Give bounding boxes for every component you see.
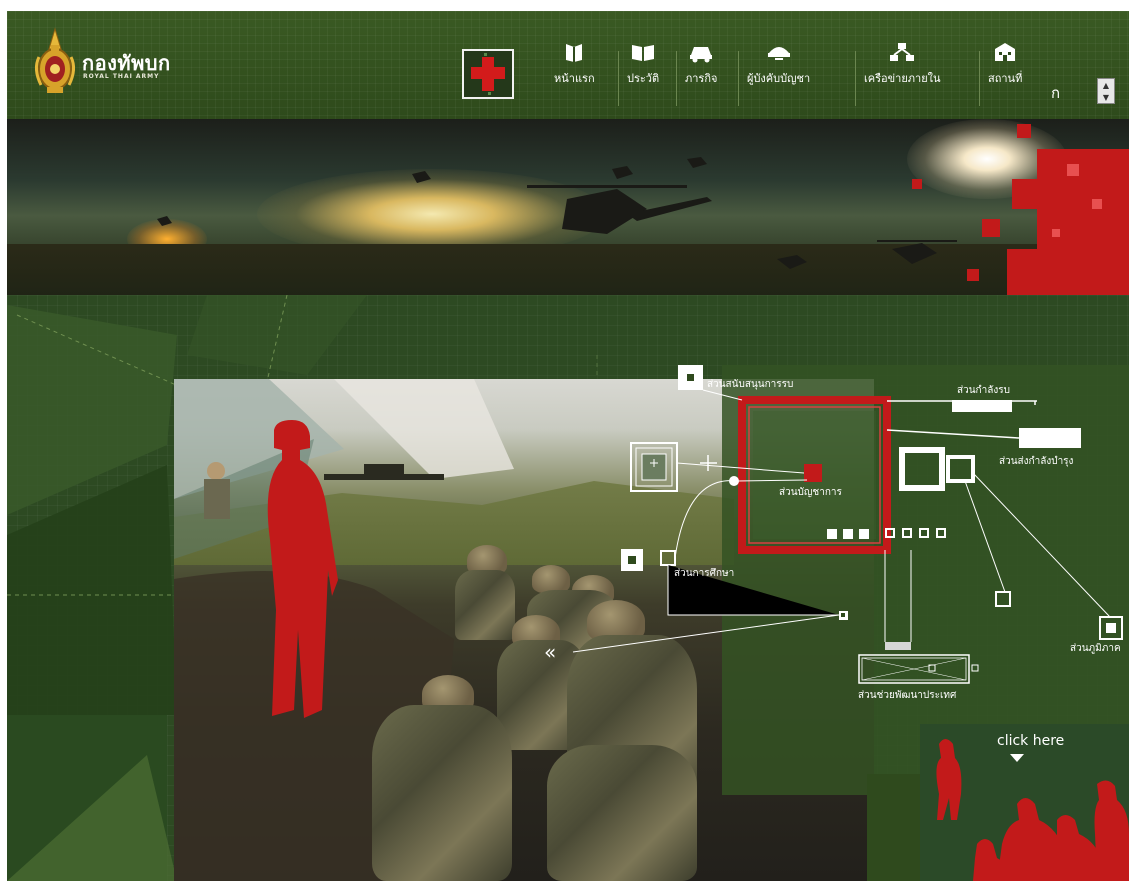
nav-label-intranet: เครือข่ายภายใน — [864, 72, 941, 85]
army-emblem-logo[interactable] — [25, 27, 85, 97]
svg-text:«: « — [544, 640, 556, 664]
chevron-up-icon[interactable]: ▲ — [1103, 81, 1109, 90]
nav-divider — [979, 51, 980, 106]
label-education[interactable]: ส่วนการศึกษา — [674, 566, 734, 581]
label-command[interactable]: ส่วนบัญชาการ — [779, 485, 842, 500]
caret-down-icon — [1010, 754, 1024, 762]
nav-item-home[interactable]: หน้าแรก — [554, 41, 595, 87]
nav-item-commanders[interactable]: ผู้บังคับบัญชา — [747, 41, 810, 87]
nav-label-history: ประวัติ — [627, 72, 660, 85]
network-icon — [890, 43, 915, 61]
nav-label-mission: ภารกิจ — [685, 72, 718, 85]
helicopters-silhouette — [157, 124, 1129, 295]
font-size-label: ก — [1051, 84, 1061, 102]
nav-divider — [738, 51, 739, 106]
font-size-stepper[interactable]: ▲ ▼ — [1097, 78, 1115, 104]
nav-item-locations[interactable]: สถานที่ — [988, 41, 1022, 87]
nav-divider — [855, 51, 856, 106]
label-combat-support[interactable]: ส่วนสนับสนุนการรบ — [707, 377, 793, 392]
logo-title-en: ROYAL THAI ARMY — [83, 73, 160, 80]
nav-label-locations: สถานที่ — [988, 72, 1023, 85]
label-service-support[interactable]: ส่วนส่งกำลังบำรุง — [999, 454, 1073, 469]
click-here-link[interactable]: click here — [997, 733, 1064, 749]
officer-cap-icon — [767, 47, 790, 60]
nav-item-history[interactable]: ประวัติ — [627, 41, 659, 87]
nav-divider — [618, 51, 619, 106]
label-regional[interactable]: ส่วนภูมิภาค — [1070, 641, 1121, 656]
book-icon — [566, 44, 583, 62]
nav-item-intranet[interactable]: เครือข่ายภายใน — [864, 41, 941, 87]
hero-banner — [7, 119, 1129, 295]
red-cross-emblem[interactable] — [462, 49, 514, 99]
chevron-down-icon[interactable]: ▼ — [1103, 93, 1109, 102]
open-book-icon — [632, 45, 655, 61]
building-icon — [995, 43, 1016, 61]
header: กองทัพบก ROYAL THAI ARMY หน้าแรก ประวัติ… — [7, 11, 1129, 120]
nav-divider — [676, 51, 677, 106]
label-combat-force[interactable]: ส่วนกำลังรบ — [957, 383, 1010, 398]
vehicle-icon — [690, 47, 713, 63]
main-content: « ส่วนสนับสนุนการรบ ส่วนกำลังรบ ส่วนส่งก… — [7, 295, 1129, 881]
nav-label-home: หน้าแรก — [554, 72, 595, 85]
label-development[interactable]: ส่วนช่วยพัฒนาประเทศ — [858, 688, 956, 703]
nav-label-commanders: ผู้บังคับบัญชา — [747, 72, 811, 85]
page-frame: กองทัพบก ROYAL THAI ARMY หน้าแรก ประวัติ… — [7, 11, 1129, 881]
nav-item-mission[interactable]: ภารกิจ — [685, 41, 717, 87]
